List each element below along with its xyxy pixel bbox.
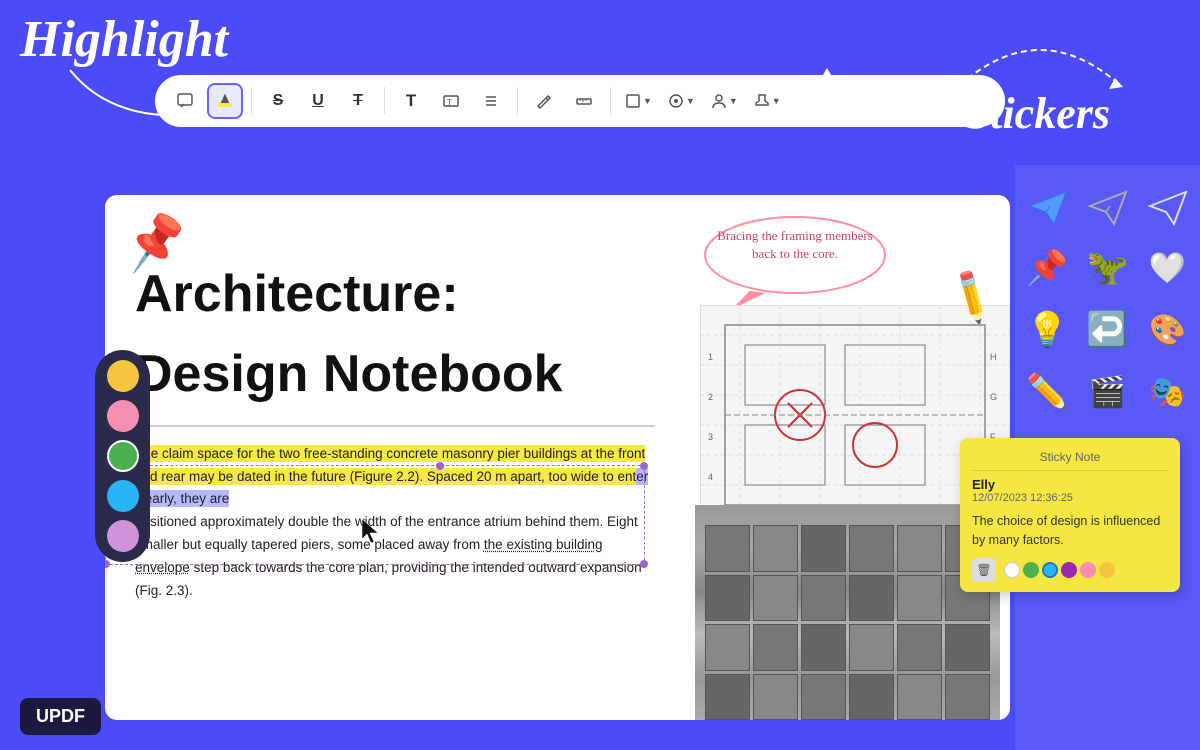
highlighted-text-yellow: The claim space for the two free-standin… — [135, 445, 645, 485]
sticker-trex[interactable]: 🦖 — [1082, 242, 1134, 294]
pencil-button[interactable] — [526, 83, 562, 119]
sticker-arrow[interactable]: ↩️ — [1082, 304, 1134, 356]
color-purple[interactable] — [107, 520, 139, 552]
sticker-paperplane2[interactable] — [1082, 180, 1134, 232]
color-blue[interactable] — [107, 480, 139, 512]
sticky-color-yellow[interactable] — [1099, 562, 1115, 578]
pen-dropdown[interactable]: ▼ — [662, 83, 701, 119]
sticker-pushpin[interactable]: 📌 — [1022, 242, 1074, 294]
sticker-pencil[interactable]: ✏️ — [1022, 366, 1074, 418]
svg-text:3: 3 — [708, 432, 713, 442]
document-area: 📌 Architecture: Design Notebook The clai… — [105, 195, 1010, 720]
sticky-note-author: Elly — [972, 477, 1168, 492]
doc-title-line1: Architecture: — [135, 265, 655, 325]
sticky-color-white[interactable] — [1004, 562, 1020, 578]
doc-title-line2: Design Notebook — [135, 345, 655, 405]
sticky-note-title: Sticky Note — [972, 448, 1168, 471]
color-yellow[interactable] — [107, 360, 139, 392]
color-green[interactable] — [107, 440, 139, 472]
sticker-row-4: ✏️ 🎬 🎭 — [1022, 366, 1194, 418]
updf-logo: UPDF — [20, 698, 101, 735]
shape-dropdown[interactable]: ▼ — [619, 83, 658, 119]
building-photo — [695, 505, 1000, 720]
list-button[interactable] — [473, 83, 509, 119]
text-button[interactable]: T — [393, 83, 429, 119]
person-dropdown[interactable]: ▼ — [705, 83, 744, 119]
sticker-unknown2[interactable]: 🎨 — [1142, 304, 1194, 356]
sticky-color-green[interactable] — [1023, 562, 1039, 578]
sticky-color-purple[interactable] — [1061, 562, 1077, 578]
underline-button[interactable]: U — [300, 83, 336, 119]
sticker-row-3: 💡 ↩️ 🎨 — [1022, 304, 1194, 356]
svg-text:2: 2 — [708, 392, 713, 402]
sticky-note-footer: 🗑 — [972, 558, 1168, 582]
sticky-note-content: The choice of design is influenced by ma… — [972, 512, 1168, 550]
sticky-color-pink[interactable] — [1080, 562, 1096, 578]
blueprint-area: ✏️ — [695, 215, 1000, 535]
sticker-lightbulb[interactable]: 💡 — [1022, 304, 1074, 356]
sticker-paperplane1[interactable] — [1022, 180, 1074, 232]
doc-divider — [135, 425, 655, 427]
sticky-note-date: 12/07/2023 12:36:25 — [972, 492, 1168, 504]
sticky-color-blue[interactable] — [1042, 562, 1058, 578]
doc-body-text: The claim space for the two free-standin… — [135, 443, 655, 604]
color-palette — [95, 350, 150, 562]
sticker-unknown1[interactable]: 🤍 — [1142, 242, 1194, 294]
comment-button[interactable] — [167, 83, 203, 119]
stamp-dropdown[interactable]: ▼ — [748, 83, 787, 119]
sticker-row-1 — [1022, 180, 1194, 232]
svg-text:G: G — [990, 392, 997, 402]
document-left: 📌 Architecture: Design Notebook The clai… — [105, 195, 685, 720]
sticker-unknown3[interactable]: 🎭 — [1142, 366, 1194, 418]
sticky-color-picker — [1004, 562, 1115, 578]
pushpin-sticker: 📌 — [120, 208, 192, 277]
sticker-row-2: 📌 🦖 🤍 — [1022, 242, 1194, 294]
strikethrough-button[interactable]: S — [260, 83, 296, 119]
svg-text:H: H — [990, 352, 997, 362]
toolbar: S U T T T ▼ ▼ ▼ — [155, 75, 1005, 127]
sticker-paperplane3[interactable] — [1142, 180, 1194, 232]
strikethrough2-button[interactable]: T — [340, 83, 376, 119]
sticky-delete-button[interactable]: 🗑 — [972, 558, 996, 582]
highlight-button[interactable] — [207, 83, 243, 119]
color-pink[interactable] — [107, 400, 139, 432]
svg-text:T: T — [447, 98, 452, 107]
sticky-note: Sticky Note Elly 12/07/2023 12:36:25 The… — [960, 438, 1180, 592]
sticker-clapperboard[interactable]: 🎬 — [1082, 366, 1134, 418]
svg-text:1: 1 — [708, 352, 713, 362]
cursor — [360, 517, 380, 550]
ruler-button[interactable] — [566, 83, 602, 119]
svg-text:4: 4 — [708, 472, 713, 482]
textbox-button[interactable]: T — [433, 83, 469, 119]
body-text-normal: positioned approximately double the widt… — [135, 514, 642, 598]
